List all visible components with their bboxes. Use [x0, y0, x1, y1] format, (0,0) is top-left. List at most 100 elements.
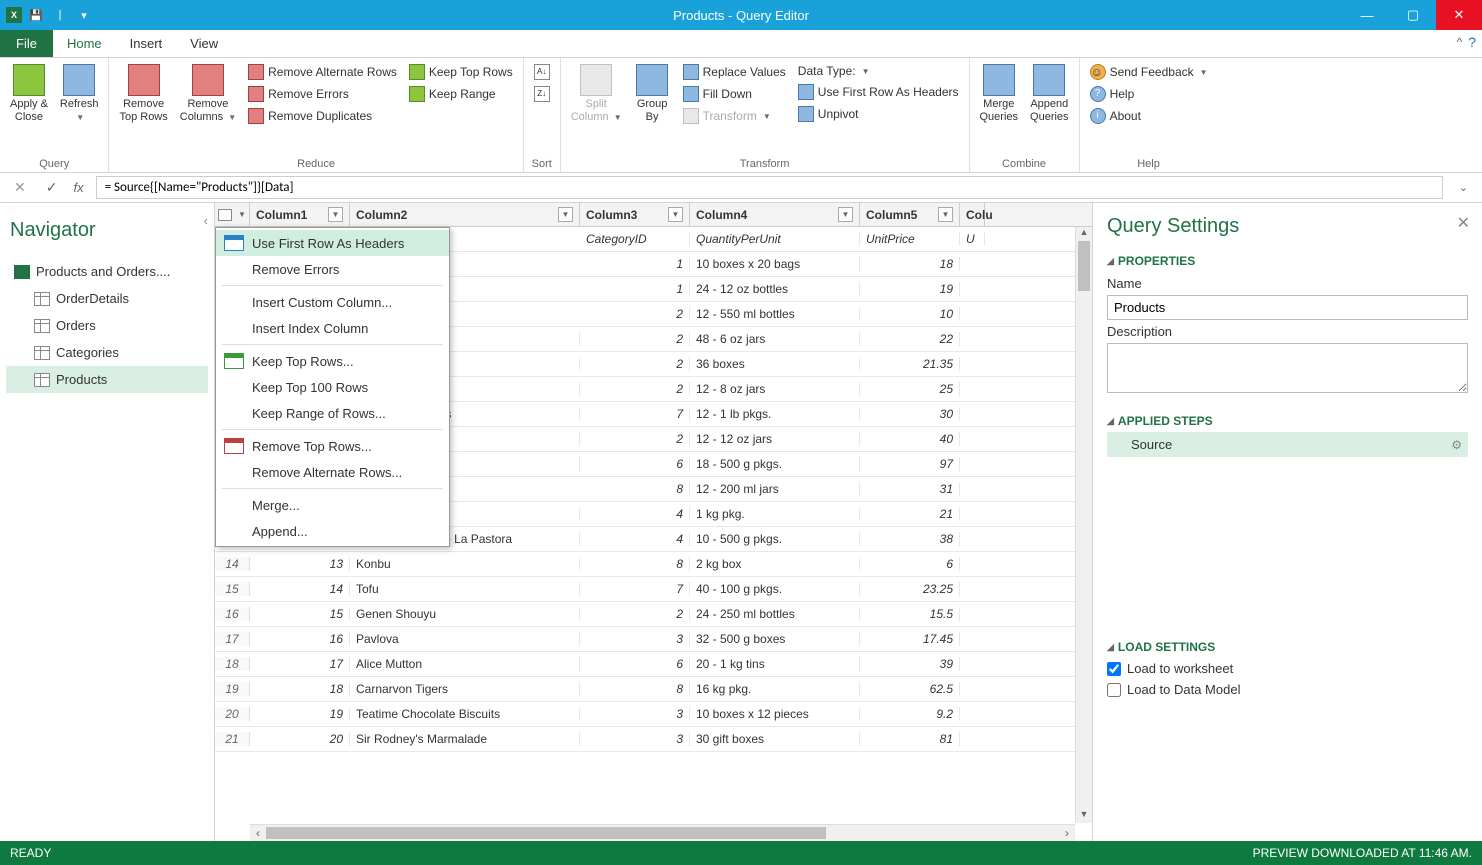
ctx-keep-top-100-rows[interactable]: Keep Top 100 Rows — [216, 374, 449, 400]
status-bar: READY PREVIEW DOWNLOADED AT 11:46 AM. — [0, 841, 1482, 865]
load-data-model-checkbox[interactable]: Load to Data Model — [1107, 679, 1468, 700]
ctx-remove-top-rows-[interactable]: Remove Top Rows... — [216, 433, 449, 459]
grid-corner[interactable]: ▼ — [215, 203, 250, 226]
grid-row[interactable]: 2120Sir Rodney's Marmalade330 gift boxes… — [215, 727, 1092, 752]
keep-range-button[interactable]: Keep Range — [405, 84, 517, 104]
formula-input[interactable] — [96, 176, 1443, 199]
ctx-keep-top-rows-[interactable]: Keep Top Rows... — [216, 348, 449, 374]
remove-duplicates-button[interactable]: Remove Duplicates — [244, 106, 401, 126]
grid-row[interactable]: 1918Carnarvon Tigers816 kg pkg.62.5 — [215, 677, 1092, 702]
maximize-button[interactable]: ▢ — [1390, 0, 1436, 30]
vertical-scrollbar[interactable]: ▲ ▼ — [1075, 227, 1092, 823]
help-button[interactable]: ?Help — [1086, 84, 1212, 104]
feedback-icon: ☺ — [1090, 64, 1106, 80]
remove-alternate-rows-button[interactable]: Remove Alternate Rows — [244, 62, 401, 82]
scroll-left-arrow[interactable]: ‹ — [250, 825, 266, 841]
help-icon[interactable]: ? — [1468, 34, 1476, 50]
merge-queries-button[interactable]: Merge Queries — [976, 62, 1023, 157]
scroll-down-arrow[interactable]: ▼ — [1076, 809, 1092, 823]
query-name-input[interactable] — [1107, 295, 1468, 320]
qat-save-icon[interactable]: 💾 — [26, 5, 46, 25]
filter-icon[interactable]: ▼ — [938, 207, 953, 222]
ctx-remove-alternate-rows-[interactable]: Remove Alternate Rows... — [216, 459, 449, 485]
ribbon-group-combine-label: Combine — [976, 157, 1073, 170]
formula-expand-button[interactable]: ⌄ — [1455, 181, 1472, 194]
grid-row[interactable]: 1615Genen Shouyu224 - 250 ml bottles15.5 — [215, 602, 1092, 627]
send-feedback-button[interactable]: ☺Send Feedback ▼ — [1086, 62, 1212, 82]
title-bar: X 💾 | ▾ Products - Query Editor — ▢ ✕ — [0, 0, 1482, 30]
nav-item-products[interactable]: Products — [6, 366, 208, 393]
grid-row[interactable]: 1514Tofu740 - 100 g pkgs.23.25 — [215, 577, 1092, 602]
navigator-collapse-button[interactable]: ‹ — [204, 213, 208, 228]
use-first-row-headers-button[interactable]: Use First Row As Headers — [794, 82, 963, 102]
table-context-menu: Use First Row As HeadersRemove Errors Ins… — [215, 227, 450, 547]
remove-top-rows-button[interactable]: Remove Top Rows — [115, 62, 171, 157]
unpivot-button[interactable]: Unpivot — [794, 104, 963, 124]
applied-steps-header[interactable]: ◢APPLIED STEPS — [1107, 410, 1468, 432]
formula-confirm-button[interactable]: ✓ — [42, 179, 62, 196]
ctx-keep-range-of-rows-[interactable]: Keep Range of Rows... — [216, 400, 449, 426]
sort-asc-button[interactable]: A↓ — [530, 62, 554, 82]
column-header-6[interactable]: Colu — [960, 203, 985, 226]
nav-item-orders[interactable]: Orders — [6, 312, 208, 339]
ctx-insert-index-column[interactable]: Insert Index Column — [216, 315, 449, 341]
query-desc-input[interactable] — [1107, 343, 1468, 393]
home-tab[interactable]: Home — [53, 30, 116, 57]
sort-desc-button[interactable]: Z↓ — [530, 84, 554, 104]
group-by-button[interactable]: Group By — [630, 62, 675, 157]
fill-down-button[interactable]: Fill Down — [679, 84, 790, 104]
minimize-button[interactable]: — — [1344, 0, 1390, 30]
filter-icon[interactable]: ▼ — [558, 207, 573, 222]
filter-icon[interactable]: ▼ — [668, 207, 683, 222]
grid-row[interactable]: 1716Pavlova332 - 500 g boxes17.45 — [215, 627, 1092, 652]
keep-top-rows-button[interactable]: Keep Top Rows — [405, 62, 517, 82]
qat-dropdown-icon[interactable]: ▾ — [74, 5, 94, 25]
ribbon-collapse-icon[interactable]: ^ — [1457, 35, 1463, 49]
properties-header[interactable]: ◢PROPERTIES — [1107, 250, 1468, 272]
scroll-right-arrow[interactable]: › — [1059, 825, 1075, 841]
filter-icon[interactable]: ▼ — [838, 207, 853, 222]
filter-icon[interactable]: ▼ — [328, 207, 343, 222]
scroll-thumb-v[interactable] — [1078, 241, 1090, 291]
nav-item-orderdetails[interactable]: OrderDetails — [6, 285, 208, 312]
step-source[interactable]: Source ⚙ — [1107, 432, 1468, 457]
view-tab[interactable]: View — [176, 30, 232, 57]
remove-errors-button[interactable]: Remove Errors — [244, 84, 401, 104]
step-gear-icon[interactable]: ⚙ — [1451, 438, 1462, 452]
append-queries-button[interactable]: Append Queries — [1026, 62, 1073, 157]
scroll-thumb-h[interactable] — [266, 827, 826, 839]
append-queries-icon — [1033, 64, 1065, 96]
apply-close-button[interactable]: Apply & Close — [6, 62, 52, 157]
split-column-button: Split Column ▼ — [567, 62, 626, 157]
ctx-use-first-row-as-headers[interactable]: Use First Row As Headers — [216, 230, 449, 256]
ribbon-group-transform-label: Transform — [567, 157, 963, 170]
file-tab[interactable]: File — [0, 30, 53, 57]
grid-row[interactable]: 1413Konbu82 kg box6 — [215, 552, 1092, 577]
nav-workbook[interactable]: Products and Orders.... — [6, 258, 208, 285]
load-worksheet-checkbox[interactable]: Load to worksheet — [1107, 658, 1468, 679]
horizontal-scrollbar[interactable]: ‹ › — [250, 824, 1075, 841]
column-header-2[interactable]: Column2▼ — [350, 203, 580, 226]
formula-cancel-button[interactable]: ✕ — [10, 179, 30, 196]
about-button[interactable]: iAbout — [1086, 106, 1212, 126]
replace-values-button[interactable]: Replace Values — [679, 62, 790, 82]
scroll-up-arrow[interactable]: ▲ — [1076, 227, 1092, 241]
refresh-button[interactable]: Refresh▼ — [56, 62, 103, 157]
ctx-remove-errors[interactable]: Remove Errors — [216, 256, 449, 282]
close-button[interactable]: ✕ — [1436, 0, 1482, 30]
remove-columns-button[interactable]: Remove Columns ▼ — [176, 62, 240, 157]
column-header-4[interactable]: Column4▼ — [690, 203, 860, 226]
insert-tab[interactable]: Insert — [116, 30, 177, 57]
grid-row[interactable]: 1817Alice Mutton620 - 1 kg tins39 — [215, 652, 1092, 677]
ctx-merge-[interactable]: Merge... — [216, 492, 449, 518]
column-header-3[interactable]: Column3▼ — [580, 203, 690, 226]
nav-item-categories[interactable]: Categories — [6, 339, 208, 366]
ctx-insert-custom-column-[interactable]: Insert Custom Column... — [216, 289, 449, 315]
ctx-append-[interactable]: Append... — [216, 518, 449, 544]
column-header-1[interactable]: Column1▼ — [250, 203, 350, 226]
query-settings-close-button[interactable]: ✕ — [1457, 213, 1470, 233]
grid-row[interactable]: 2019Teatime Chocolate Biscuits310 boxes … — [215, 702, 1092, 727]
data-type-button[interactable]: Data Type: ▼ — [794, 62, 963, 80]
column-header-5[interactable]: Column5▼ — [860, 203, 960, 226]
load-settings-header[interactable]: ◢LOAD SETTINGS — [1107, 636, 1468, 658]
